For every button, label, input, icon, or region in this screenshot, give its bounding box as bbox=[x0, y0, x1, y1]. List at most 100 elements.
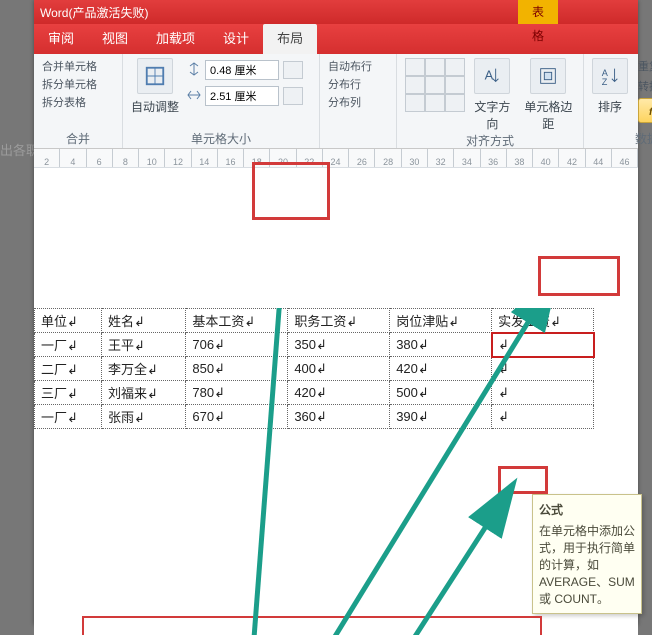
align-bl-icon[interactable] bbox=[405, 94, 425, 112]
sort-button[interactable]: AZ 排序 bbox=[592, 58, 628, 123]
table-cell[interactable]: 刘福来↲ bbox=[101, 381, 185, 405]
highlight-cursor-cell bbox=[498, 466, 548, 494]
table-header-cell[interactable]: 岗位津贴↲ bbox=[390, 309, 492, 333]
table-cell[interactable]: ↲ bbox=[492, 405, 594, 429]
row-height-spinner[interactable] bbox=[187, 60, 303, 80]
align-mr-icon[interactable] bbox=[445, 76, 465, 94]
group-cellsize: 自动调整 bbox=[123, 54, 320, 148]
ruler-tick: 14 bbox=[192, 149, 218, 167]
row-height-input[interactable] bbox=[205, 60, 279, 80]
salary-table[interactable]: 单位↲姓名↲基本工资↲职务工资↲岗位津贴↲实发工资↲一厂↲王平↲706↲350↲… bbox=[34, 308, 594, 429]
ruler-tick: 34 bbox=[454, 149, 480, 167]
table-cell[interactable]: 500↲ bbox=[390, 381, 492, 405]
ruler-tick: 6 bbox=[87, 149, 113, 167]
table-cell[interactable]: 360↲ bbox=[288, 405, 390, 429]
ruler-tick: 42 bbox=[559, 149, 585, 167]
align-br-icon[interactable] bbox=[445, 94, 465, 112]
tab-审阅[interactable]: 审阅 bbox=[34, 24, 88, 54]
table-header-cell[interactable]: 实发工资↲ bbox=[492, 309, 594, 333]
merge-cells-button[interactable]: 合并单元格 bbox=[42, 58, 114, 74]
tab-视图[interactable]: 视图 bbox=[88, 24, 142, 54]
convert-to-text-button[interactable]: 转换为文本 bbox=[638, 78, 652, 94]
table-cell[interactable]: 850↲ bbox=[186, 357, 288, 381]
table-header-row: 单位↲姓名↲基本工资↲职务工资↲岗位津贴↲实发工资↲ bbox=[35, 309, 594, 333]
table-cell[interactable]: 380↲ bbox=[390, 333, 492, 357]
table-cell[interactable]: 780↲ bbox=[186, 381, 288, 405]
tooltip-body: 在单元格中添加公式，用于执行简单的计算，如 AVERAGE、SUM 或 COUN… bbox=[539, 522, 635, 607]
word-window: Word(产品激活失败) 表格工具 审阅视图加载项设计布局 合并单元格 拆分单元… bbox=[34, 0, 638, 625]
table-cell[interactable]: 420↲ bbox=[288, 381, 390, 405]
align-tl-icon[interactable] bbox=[405, 58, 425, 76]
split-cells-button[interactable]: 拆分单元格 bbox=[42, 76, 114, 92]
distribute-autolayout[interactable]: 自动布行 bbox=[328, 58, 388, 74]
ruler-tick: 4 bbox=[60, 149, 86, 167]
group-label-align: 对齐方式 bbox=[405, 132, 575, 148]
table-cell[interactable]: 一厂↲ bbox=[35, 405, 102, 429]
ruler-tick: 2 bbox=[34, 149, 60, 167]
table-cell[interactable]: 三厂↲ bbox=[35, 381, 102, 405]
horizontal-ruler[interactable]: 2468101214161820222426283032343638404244… bbox=[34, 149, 638, 168]
col-width-spinner[interactable] bbox=[187, 86, 303, 106]
table-cell[interactable]: 390↲ bbox=[390, 405, 492, 429]
document-area[interactable]: 单位↲姓名↲基本工资↲职务工资↲岗位津贴↲实发工资↲一厂↲王平↲706↲350↲… bbox=[34, 308, 638, 635]
autofit-label: 自动调整 bbox=[131, 98, 179, 115]
instruction-callout: 光标定位到需要计算工资的表格中，选择布局/公式 bbox=[82, 616, 542, 635]
text-direction-button[interactable]: A 文字方向 bbox=[471, 58, 514, 132]
text-direction-icon: A bbox=[474, 58, 510, 94]
distribute-cols-button[interactable]: 分布列 bbox=[328, 94, 388, 110]
table-cell-cursor[interactable]: ↲ bbox=[492, 333, 594, 357]
align-ml-icon[interactable] bbox=[405, 76, 425, 94]
align-tr-icon[interactable] bbox=[445, 58, 465, 76]
align-bc-icon[interactable] bbox=[425, 94, 445, 112]
align-mc-icon[interactable] bbox=[425, 76, 445, 94]
table-row: 一厂↲王平↲706↲350↲380↲↲ bbox=[35, 333, 594, 357]
ruler-tick: 16 bbox=[218, 149, 244, 167]
table-header-cell[interactable]: 姓名↲ bbox=[101, 309, 185, 333]
svg-text:A: A bbox=[485, 68, 494, 83]
text-direction-label: 文字方向 bbox=[471, 98, 514, 132]
table-row: 三厂↲刘福来↲780↲420↲500↲↲ bbox=[35, 381, 594, 405]
tab-布局[interactable]: 布局 bbox=[263, 24, 317, 54]
ribbon: 合并单元格 拆分单元格 拆分表格 合并 自动调整 bbox=[34, 54, 638, 149]
table-cell[interactable]: 王平↲ bbox=[101, 333, 185, 357]
formula-button[interactable]: fx 公式 bbox=[638, 98, 652, 123]
ribbon-tabs: 审阅视图加载项设计布局 bbox=[34, 24, 638, 54]
table-cell[interactable]: 670↲ bbox=[186, 405, 288, 429]
table-cell[interactable]: 李万全↲ bbox=[101, 357, 185, 381]
width-up-icon[interactable] bbox=[283, 87, 303, 105]
row-height-icon bbox=[187, 62, 201, 79]
table-cell[interactable]: ↲ bbox=[492, 357, 594, 381]
app-title: Word(产品激活失败) bbox=[40, 4, 148, 21]
group-label-data: 数据 bbox=[592, 130, 652, 146]
split-table-button[interactable]: 拆分表格 bbox=[42, 94, 114, 110]
cell-margins-button[interactable]: 单元格边距 bbox=[522, 58, 575, 132]
distribute-rows-button[interactable]: 分布行 bbox=[328, 76, 388, 92]
group-align: A 文字方向 单元格边距 对齐方式 bbox=[397, 54, 584, 148]
tab-设计[interactable]: 设计 bbox=[209, 24, 263, 54]
table-cell[interactable]: 420↲ bbox=[390, 357, 492, 381]
col-width-input[interactable] bbox=[205, 86, 279, 106]
sort-icon: AZ bbox=[592, 58, 628, 94]
highlight-formula-button bbox=[538, 256, 620, 296]
align-tc-icon[interactable] bbox=[425, 58, 445, 76]
group-distribute: 自动布行 分布行 分布列 bbox=[320, 54, 397, 148]
height-up-icon[interactable] bbox=[283, 61, 303, 79]
ruler-tick: 12 bbox=[165, 149, 191, 167]
ruler-tick: 38 bbox=[507, 149, 533, 167]
align-grid[interactable] bbox=[405, 58, 463, 110]
autofit-icon bbox=[137, 58, 173, 94]
table-cell[interactable]: 二厂↲ bbox=[35, 357, 102, 381]
ruler-tick: 24 bbox=[323, 149, 349, 167]
repeat-header-button[interactable]: 重复标题行 bbox=[638, 58, 652, 74]
table-cell[interactable]: 350↲ bbox=[288, 333, 390, 357]
table-header-cell[interactable]: 单位↲ bbox=[35, 309, 102, 333]
table-cell[interactable]: 706↲ bbox=[186, 333, 288, 357]
autofit-button[interactable]: 自动调整 bbox=[131, 58, 179, 115]
table-header-cell[interactable]: 基本工资↲ bbox=[186, 309, 288, 333]
table-header-cell[interactable]: 职务工资↲ bbox=[288, 309, 390, 333]
table-cell[interactable]: ↲ bbox=[492, 381, 594, 405]
table-cell[interactable]: 400↲ bbox=[288, 357, 390, 381]
table-cell[interactable]: 张雨↲ bbox=[101, 405, 185, 429]
table-cell[interactable]: 一厂↲ bbox=[35, 333, 102, 357]
tab-加载项[interactable]: 加载项 bbox=[142, 24, 209, 54]
